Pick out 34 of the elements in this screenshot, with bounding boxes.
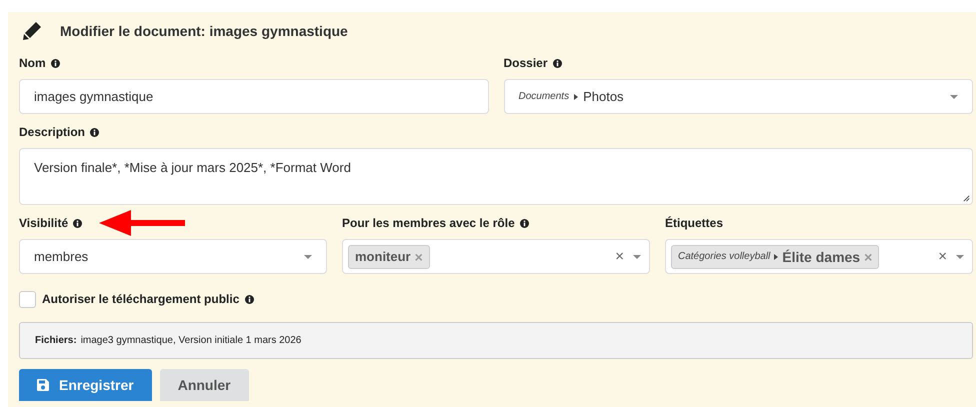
tag-label: Élite dames — [782, 248, 860, 264]
save-button[interactable]: Enregistrer — [19, 369, 152, 401]
folder-select[interactable]: Documents Photos — [504, 79, 973, 114]
field-label: Description — [19, 125, 86, 139]
tag-select[interactable]: moniteur × × — [342, 239, 650, 274]
caret-down-icon — [304, 254, 312, 258]
clear-button[interactable]: × — [615, 248, 624, 265]
cancel-button[interactable]: Annuler — [160, 369, 249, 401]
folder-path: Documents — [518, 91, 570, 102]
form-title: Modifier le document: images gymnastique — [60, 23, 348, 39]
caret-down-icon — [956, 254, 964, 258]
caret-down-icon — [950, 94, 958, 98]
tag-select[interactable]: Catégories volleyball Élite dames × × — [665, 239, 973, 274]
visibility-select[interactable]: membres — [19, 239, 327, 274]
checkbox-label: Autoriser le téléchargement public — [42, 292, 240, 306]
description-text-area[interactable]: Version finale*, *Mise à jour mars 2025*, *Format Word — [19, 148, 973, 205]
field-label: Dossier — [504, 56, 548, 70]
pencil-icon — [22, 21, 42, 41]
chevron-right-icon — [774, 254, 778, 260]
caret-down-icon — [633, 254, 641, 258]
folder-value: Photos — [583, 89, 624, 104]
field-label: Nom — [19, 56, 46, 70]
chevron-right-icon — [574, 94, 578, 100]
tag-label: moniteur — [355, 249, 411, 264]
field-label: Visibilité — [19, 216, 68, 230]
name-input-field[interactable]: images gymnastique — [19, 79, 488, 114]
resize-handle-icon[interactable] — [963, 195, 970, 202]
field-label: Étiquettes — [665, 216, 724, 230]
checkbox[interactable] — [19, 290, 36, 308]
files-list: image3 gymnastique, Version initiale 1 mars 2026 — [80, 335, 302, 346]
clear-button[interactable]: × — [938, 248, 947, 265]
field-label: Pour les membres avec le rôle — [342, 216, 515, 230]
files-label: Fichiers: — [35, 335, 77, 346]
tag-path: Catégories volleyball — [678, 251, 770, 262]
